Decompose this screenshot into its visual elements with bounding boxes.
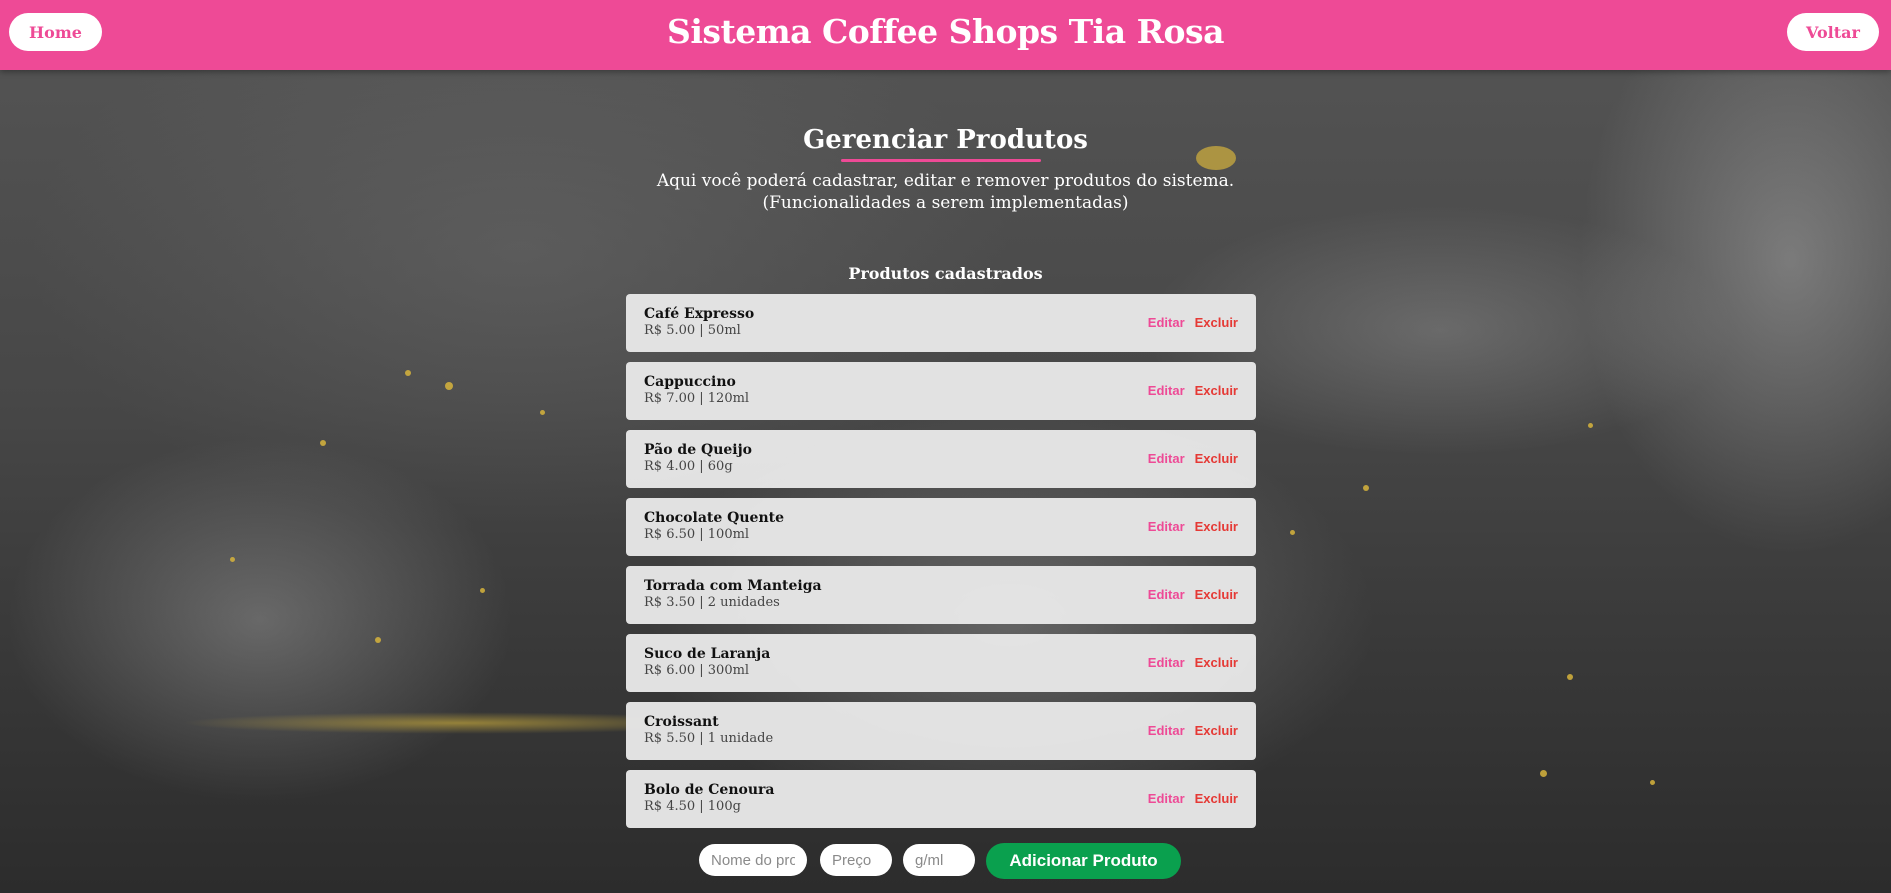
product-actions: Editar Excluir bbox=[1138, 654, 1238, 672]
product-actions: Editar Excluir bbox=[1138, 790, 1238, 808]
edit-button[interactable]: Editar bbox=[1148, 451, 1185, 467]
product-size-input[interactable] bbox=[903, 844, 975, 876]
product-name: Cappuccino bbox=[644, 374, 736, 390]
app-title: Sistema Coffee Shops Tia Rosa bbox=[667, 12, 1224, 51]
page-description: Aqui você poderá cadastrar, editar e rem… bbox=[0, 170, 1891, 214]
background-speckle bbox=[320, 440, 326, 446]
product-price-size: R$ 4.00 | 60g bbox=[644, 459, 733, 474]
edit-button[interactable]: Editar bbox=[1148, 791, 1185, 807]
product-actions: Editar Excluir bbox=[1138, 518, 1238, 536]
product-actions: Editar Excluir bbox=[1138, 314, 1238, 332]
background-speckle bbox=[375, 637, 381, 643]
description-note: (Funcionalidades a serem implementadas) bbox=[762, 193, 1129, 213]
product-price-input[interactable] bbox=[820, 844, 892, 876]
product-name: Croissant bbox=[644, 714, 719, 730]
background-speckle bbox=[405, 370, 411, 376]
product-name: Suco de Laranja bbox=[644, 646, 771, 662]
background-speckle bbox=[230, 557, 235, 562]
product-list: Café Expresso R$ 5.00 | 50ml Editar Exclu… bbox=[626, 294, 1256, 838]
product-name: Torrada com Manteiga bbox=[644, 578, 822, 594]
page-title: Gerenciar Produtos bbox=[803, 125, 1088, 155]
product-price-size: R$ 3.50 | 2 unidades bbox=[644, 595, 780, 610]
product-price-size: R$ 6.00 | 300ml bbox=[644, 663, 750, 678]
edit-button[interactable]: Editar bbox=[1148, 655, 1185, 671]
delete-button[interactable]: Excluir bbox=[1195, 519, 1238, 535]
product-card: Suco de Laranja R$ 6.00 | 300ml Editar Ex… bbox=[626, 634, 1256, 692]
product-card: Torrada com Manteiga R$ 3.50 | 2 unidade… bbox=[626, 566, 1256, 624]
delete-button[interactable]: Excluir bbox=[1195, 791, 1238, 807]
background-speckle bbox=[1650, 780, 1655, 785]
title-underline bbox=[841, 159, 1041, 162]
edit-button[interactable]: Editar bbox=[1148, 587, 1185, 603]
product-list-title: Produtos cadastrados bbox=[848, 264, 1043, 283]
product-price-size: R$ 5.00 | 50ml bbox=[644, 323, 741, 338]
background-speckle bbox=[1588, 423, 1593, 428]
product-name-input[interactable] bbox=[699, 844, 807, 876]
product-name: Pão de Queijo bbox=[644, 442, 753, 458]
back-button[interactable]: Voltar bbox=[1787, 13, 1879, 51]
product-price-size: R$ 6.50 | 100ml bbox=[644, 527, 750, 542]
product-card: Café Expresso R$ 5.00 | 50ml Editar Exclu… bbox=[626, 294, 1256, 352]
delete-button[interactable]: Excluir bbox=[1195, 383, 1238, 399]
product-actions: Editar Excluir bbox=[1138, 382, 1238, 400]
background-speckle bbox=[445, 382, 453, 390]
background-speckle bbox=[1540, 770, 1547, 777]
delete-button[interactable]: Excluir bbox=[1195, 587, 1238, 603]
edit-button[interactable]: Editar bbox=[1148, 383, 1185, 399]
product-actions: Editar Excluir bbox=[1138, 450, 1238, 468]
product-card: Croissant R$ 5.50 | 1 unidade Editar Excl… bbox=[626, 702, 1256, 760]
product-actions: Editar Excluir bbox=[1138, 722, 1238, 740]
edit-button[interactable]: Editar bbox=[1148, 519, 1185, 535]
product-name: Chocolate Quente bbox=[644, 510, 784, 526]
product-card: Chocolate Quente R$ 6.50 | 100ml Editar E… bbox=[626, 498, 1256, 556]
product-price-size: R$ 4.50 | 100g bbox=[644, 799, 741, 814]
product-name: Bolo de Cenoura bbox=[644, 782, 775, 798]
product-price-size: R$ 7.00 | 120ml bbox=[644, 391, 750, 406]
delete-button[interactable]: Excluir bbox=[1195, 723, 1238, 739]
background-speckle bbox=[480, 588, 485, 593]
product-name: Café Expresso bbox=[644, 306, 755, 322]
product-card: Bolo de Cenoura R$ 4.50 | 100g Editar Exc… bbox=[626, 770, 1256, 828]
edit-button[interactable]: Editar bbox=[1148, 315, 1185, 331]
background-speckle bbox=[1567, 674, 1573, 680]
add-product-button[interactable]: Adicionar Produto bbox=[986, 843, 1181, 879]
product-card: Cappuccino R$ 7.00 | 120ml Editar Excluir bbox=[626, 362, 1256, 420]
edit-button[interactable]: Editar bbox=[1148, 723, 1185, 739]
background-speckle bbox=[540, 410, 545, 415]
product-card: Pão de Queijo R$ 4.00 | 60g Editar Exclui… bbox=[626, 430, 1256, 488]
delete-button[interactable]: Excluir bbox=[1195, 315, 1238, 331]
product-price-size: R$ 5.50 | 1 unidade bbox=[644, 731, 774, 746]
description-line: Aqui você poderá cadastrar, editar e rem… bbox=[656, 171, 1235, 191]
top-navigation-bar: Home Sistema Coffee Shops Tia Rosa Volta… bbox=[0, 0, 1891, 70]
delete-button[interactable]: Excluir bbox=[1195, 655, 1238, 671]
delete-button[interactable]: Excluir bbox=[1195, 451, 1238, 467]
background-speckle bbox=[1290, 530, 1295, 535]
background-speckle bbox=[1363, 485, 1369, 491]
product-actions: Editar Excluir bbox=[1138, 586, 1238, 604]
